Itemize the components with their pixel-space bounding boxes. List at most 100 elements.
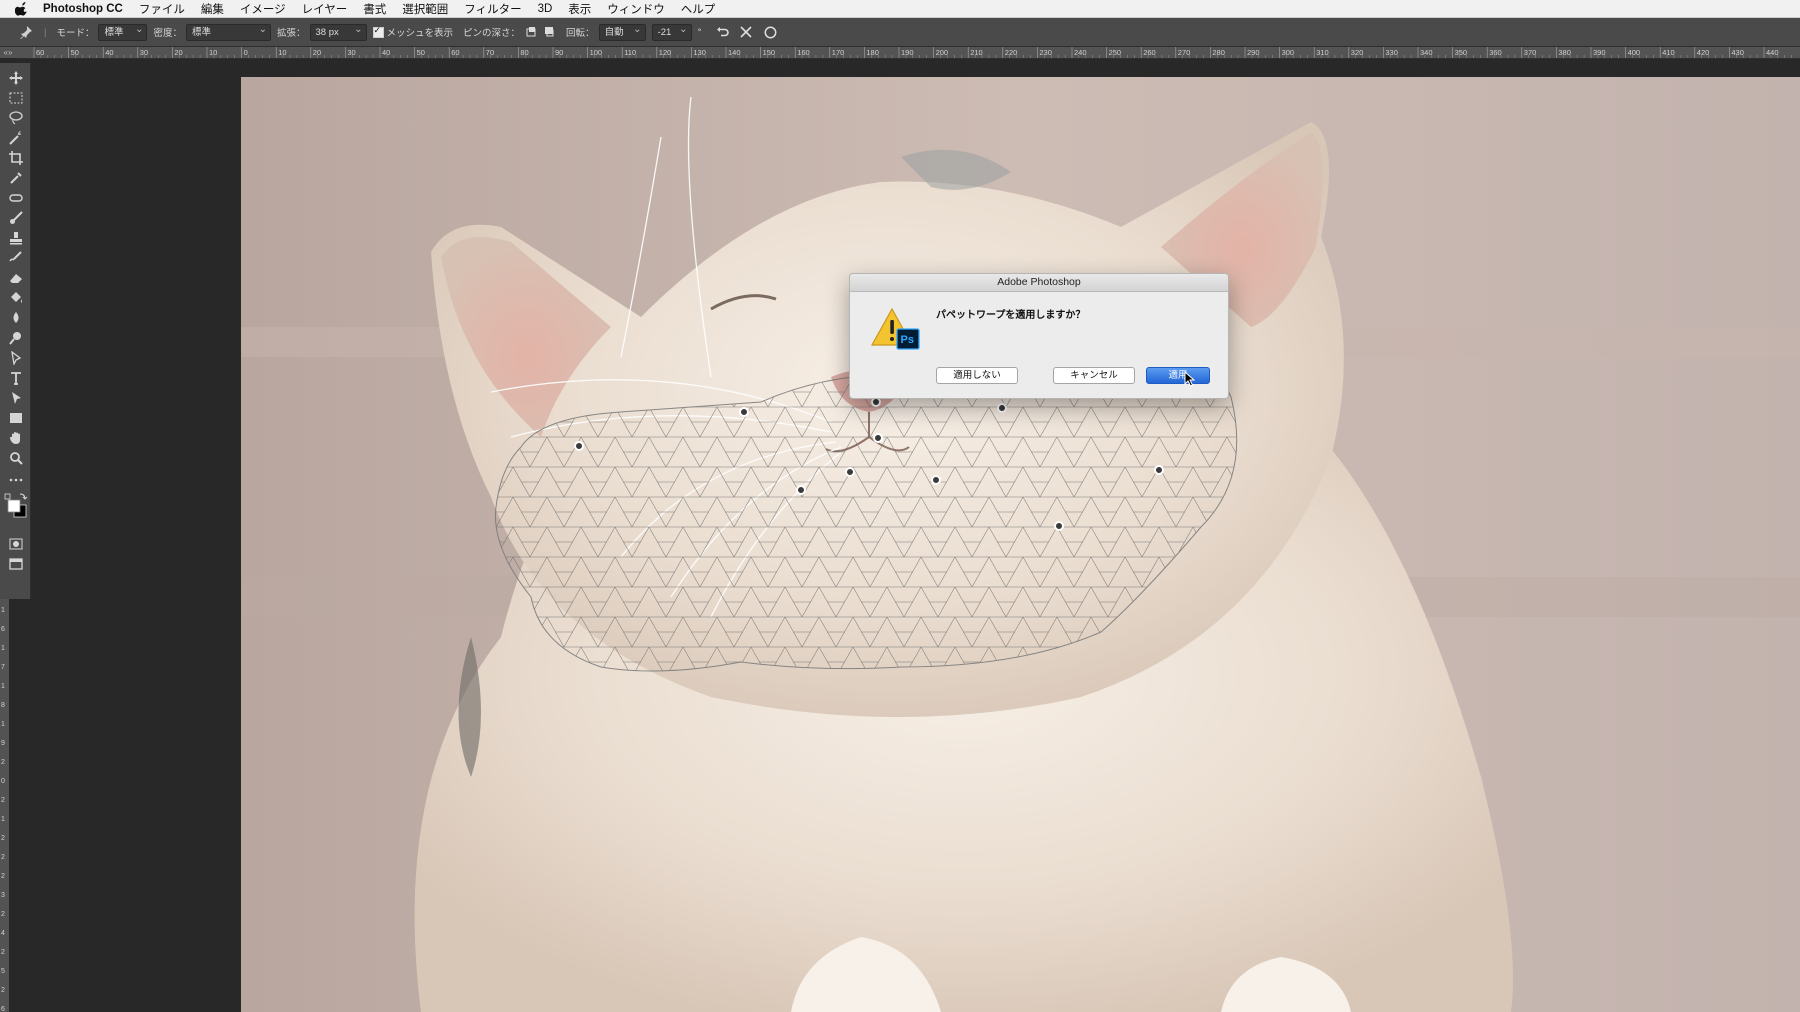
menu-window[interactable]: ウィンドウ	[607, 1, 665, 17]
pin	[1054, 521, 1064, 531]
pen-tool-icon[interactable]	[5, 349, 27, 367]
apple-logo-icon[interactable]	[15, 1, 29, 16]
ruler-tick-label: 350	[1455, 48, 1468, 57]
ruler-tick-label: 260	[1143, 48, 1156, 57]
ruler-tick-label: 190	[901, 48, 914, 57]
ruler-corner[interactable]: «»	[0, 47, 16, 58]
menu-select[interactable]: 選択範囲	[402, 1, 448, 17]
pin-depth-label: ピンの深さ：	[463, 28, 521, 39]
quick-mask-icon[interactable]	[5, 535, 27, 553]
more-tools-icon[interactable]	[5, 471, 27, 489]
dialog-title: Adobe Photoshop	[850, 274, 1228, 292]
warning-photoshop-icon: Ps	[870, 307, 920, 350]
menu-file[interactable]: ファイル	[139, 1, 185, 17]
rotate-label: 回転：	[566, 28, 595, 39]
menu-view[interactable]: 表示	[568, 1, 591, 17]
menu-layer[interactable]: レイヤー	[302, 1, 348, 17]
eyedropper-tool-icon[interactable]	[5, 169, 27, 187]
color-swatches[interactable]	[4, 493, 28, 519]
show-mesh-checkbox[interactable]	[372, 25, 384, 38]
paint-bucket-tool-icon[interactable]	[5, 289, 27, 307]
ruler-tick-label: 120	[659, 48, 672, 57]
ruler-tick-label: 210	[970, 48, 983, 57]
ruler-tick-label: 90	[555, 48, 563, 57]
blur-tool-icon[interactable]	[5, 309, 27, 327]
ruler-tick-label: 240	[1074, 48, 1087, 57]
healing-brush-tool-icon[interactable]	[5, 189, 27, 207]
ruler-tick-label: 2	[1, 759, 5, 766]
pin-backward-icon[interactable]	[542, 23, 556, 41]
ruler-tick-label: 310	[1316, 48, 1329, 57]
type-tool-icon[interactable]	[5, 369, 27, 387]
dodge-tool-icon[interactable]	[5, 329, 27, 347]
ruler-tick-label: 40	[382, 48, 390, 57]
ruler-tick-label: 20	[313, 48, 321, 57]
menu-filter[interactable]: フィルター	[464, 1, 521, 17]
rotate-angle-input[interactable]: -21	[651, 22, 692, 41]
ruler-tick-label: 230	[1039, 48, 1052, 57]
show-mesh-label: メッシュを表示	[386, 28, 454, 39]
ruler-tick-label: 5	[1, 968, 5, 975]
ruler-tick-label: 180	[866, 48, 879, 57]
cancel-button[interactable]: キャンセル	[1053, 367, 1135, 384]
left-ruler[interactable]: 1 6 1 7 1 8 1 9 2 0 2 1 2 2 2 3 2 4 2 5 2 6	[0, 599, 9, 1012]
pin	[997, 403, 1007, 413]
ruler-tick-label: 110	[624, 48, 636, 57]
pin-tool-icon[interactable]	[14, 23, 38, 41]
rotate-mode-select[interactable]: 自動	[598, 22, 646, 41]
expansion-input[interactable]: 38 px	[309, 22, 367, 41]
ruler-tick-label: 80	[520, 48, 528, 57]
zoom-tool-icon[interactable]	[5, 449, 27, 467]
mouse-cursor-icon	[1184, 371, 1196, 387]
undo-icon[interactable]	[713, 23, 731, 41]
ruler-tick-label: 2	[1, 854, 5, 861]
ruler-tick-label: 9	[1, 740, 5, 747]
ruler-tick-label: 160	[797, 48, 810, 57]
history-brush-tool-icon[interactable]	[5, 249, 27, 267]
ruler-tick-label: 2	[1, 949, 5, 956]
clone-stamp-tool-icon[interactable]	[5, 229, 27, 247]
ruler-tick-label: 410	[1662, 48, 1675, 57]
menu-image[interactable]: イメージ	[240, 1, 286, 17]
menu-3d[interactable]: 3D	[538, 3, 553, 15]
eraser-tool-icon[interactable]	[5, 269, 27, 287]
hand-tool-icon[interactable]	[5, 429, 27, 447]
marquee-tool-icon[interactable]	[5, 89, 27, 107]
crop-tool-icon[interactable]	[5, 149, 27, 167]
ruler-tick-label: 270	[1178, 48, 1191, 57]
cancel-icon[interactable]	[737, 23, 755, 41]
brush-tool-icon[interactable]	[5, 209, 27, 227]
pin	[873, 433, 883, 443]
ruler-tick-label: 2	[1, 987, 5, 994]
svg-text:Ps: Ps	[901, 334, 914, 346]
pin-forward-icon[interactable]	[524, 23, 538, 41]
cat-photo	[241, 77, 1800, 1012]
ruler-tick-label: 1	[1, 721, 5, 728]
ruler-tick-label: 290	[1247, 48, 1260, 57]
ruler-tick-label: 420	[1697, 48, 1710, 57]
ruler-tick-label: 1	[1, 683, 5, 690]
density-select[interactable]: 標準	[186, 22, 271, 41]
ruler-tick-label: 3	[1, 892, 5, 899]
top-ruler[interactable]: 60 50 40 30 20 10 0 10 20 30 40 50 60 70 80 90 100 110 120…	[16, 47, 1800, 59]
magic-wand-tool-icon[interactable]	[5, 129, 27, 147]
ruler-tick-label: 1	[1, 816, 5, 823]
mode-select[interactable]: 標準	[98, 22, 148, 41]
commit-icon[interactable]	[761, 23, 779, 41]
dont-apply-button[interactable]: 適用しない	[936, 367, 1018, 384]
apply-button[interactable]: 適用	[1146, 367, 1210, 384]
path-selection-tool-icon[interactable]	[5, 389, 27, 407]
document-canvas[interactable]	[241, 77, 1800, 1012]
screen-mode-icon[interactable]	[5, 555, 27, 573]
menu-bar: Photoshop CC ファイル 編集 イメージ レイヤー 書式 選択範囲 フ…	[0, 0, 1800, 18]
pin	[796, 485, 806, 495]
move-tool-icon[interactable]	[5, 69, 27, 87]
ruler-tick-label: 2	[1, 835, 5, 842]
menu-help[interactable]: ヘルプ	[681, 1, 716, 17]
menu-type[interactable]: 書式	[363, 1, 386, 17]
ruler-tick-label: 360	[1489, 48, 1502, 57]
app-menu[interactable]: Photoshop CC	[43, 3, 123, 15]
menu-edit[interactable]: 編集	[201, 1, 224, 17]
lasso-tool-icon[interactable]	[5, 109, 27, 127]
rectangle-tool-icon[interactable]	[5, 409, 27, 427]
